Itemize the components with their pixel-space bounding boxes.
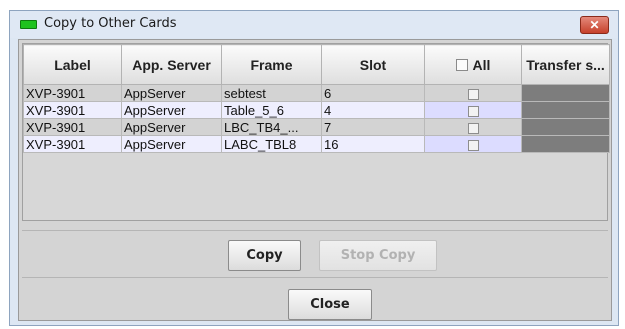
cell-transfer-status	[521, 135, 610, 153]
cell-transfer-status	[521, 101, 610, 119]
divider	[22, 230, 608, 231]
title-bar: Copy to Other Cards ✕	[10, 11, 618, 38]
cell-select	[424, 118, 522, 136]
cell-app-server: AppServer	[121, 101, 222, 119]
column-header-app-server-text: App. Server	[132, 56, 211, 73]
cell-label: XVP-3901	[23, 84, 122, 102]
cell-label: XVP-3901	[23, 118, 122, 136]
cell-transfer-status	[521, 84, 610, 102]
cell-frame: LABC_TBL8	[221, 135, 322, 153]
divider	[22, 277, 608, 278]
column-header-transfer-status[interactable]: Transfer s...	[521, 44, 610, 85]
copy-dialog: Copy to Other Cards ✕ Label App. Server …	[9, 10, 619, 326]
table-row[interactable]: XVP-3901 AppServer LBC_TB4_... 7	[23, 118, 610, 136]
column-header-all-text: All	[472, 56, 491, 73]
cell-app-server: AppServer	[121, 84, 222, 102]
cell-slot: 6	[321, 84, 425, 102]
table-row[interactable]: XVP-3901 AppServer sebtest 6	[23, 84, 610, 102]
cell-slot: 4	[321, 101, 425, 119]
cell-label: XVP-3901	[23, 101, 122, 119]
close-window-button[interactable]: ✕	[580, 16, 609, 34]
copy-button[interactable]: Copy	[228, 240, 301, 271]
cell-slot: 7	[321, 118, 425, 136]
cell-app-server: AppServer	[121, 118, 222, 136]
column-header-transfer-status-text: Transfer s...	[526, 56, 605, 73]
column-header-frame[interactable]: Frame	[221, 44, 322, 85]
stop-copy-button[interactable]: Stop Copy	[319, 240, 437, 271]
row-select-checkbox[interactable]	[467, 88, 479, 100]
close-button[interactable]: Close	[288, 289, 372, 320]
column-header-app-server[interactable]: App. Server	[121, 44, 222, 85]
cell-select	[424, 101, 522, 119]
cell-transfer-status	[521, 118, 610, 136]
table-row[interactable]: XVP-3901 AppServer LABC_TBL8 16	[23, 135, 610, 153]
dialog-content: Label App. Server Frame Slot All Transfe…	[18, 39, 612, 321]
row-select-checkbox[interactable]	[467, 105, 479, 117]
dialog-title: Copy to Other Cards	[44, 16, 177, 31]
card-status-icon	[20, 20, 37, 29]
cell-app-server: AppServer	[121, 135, 222, 153]
cell-frame: LBC_TB4_...	[221, 118, 322, 136]
column-header-label-text: Label	[54, 56, 91, 73]
cell-slot: 16	[321, 135, 425, 153]
column-header-slot[interactable]: Slot	[321, 44, 425, 85]
column-header-slot-text: Slot	[359, 56, 387, 73]
column-header-label[interactable]: Label	[23, 44, 122, 85]
row-select-checkbox[interactable]	[467, 139, 479, 151]
table-row[interactable]: XVP-3901 AppServer Table_5_6 4	[23, 101, 610, 119]
select-all-checkbox[interactable]	[455, 58, 468, 71]
cards-table: Label App. Server Frame Slot All Transfe…	[22, 43, 610, 221]
cell-select	[424, 84, 522, 102]
cell-select	[424, 135, 522, 153]
row-select-checkbox[interactable]	[467, 122, 479, 134]
cell-frame: sebtest	[221, 84, 322, 102]
column-header-all[interactable]: All	[424, 44, 522, 85]
cell-label: XVP-3901	[23, 135, 122, 153]
cell-frame: Table_5_6	[221, 101, 322, 119]
column-header-frame-text: Frame	[250, 56, 293, 73]
